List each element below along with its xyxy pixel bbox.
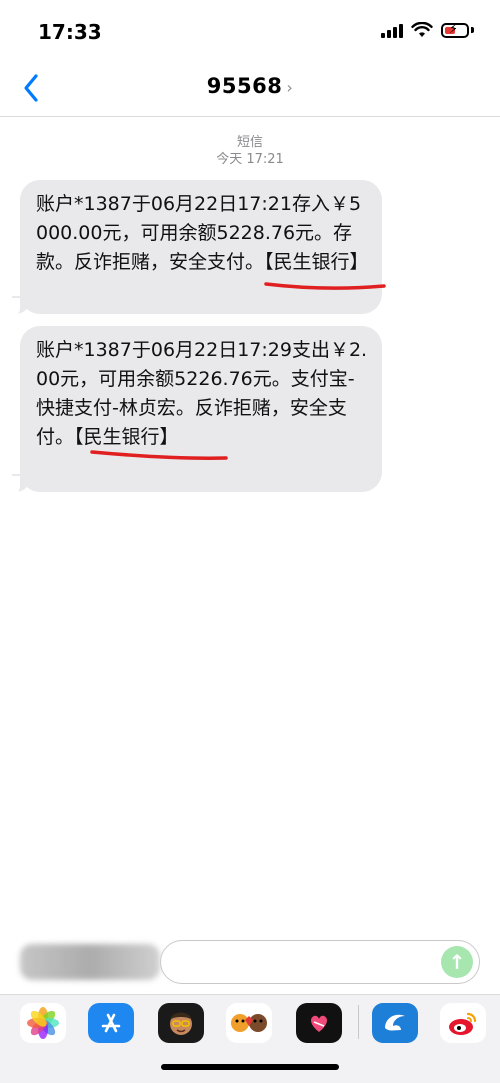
status-time: 17:33 — [38, 20, 102, 44]
app-store-icon[interactable] — [88, 1003, 134, 1043]
battery-icon: ⚡ — [441, 22, 469, 38]
message-text: 账户*1387于06月22日17:29支出￥2.00元，可用余额5226.76元… — [36, 339, 368, 448]
wifi-icon — [411, 22, 433, 37]
contact-title[interactable]: 95568 › — [0, 74, 500, 98]
service-label: 短信 — [236, 135, 263, 150]
signal-icon — [381, 22, 403, 38]
dolphin-app-icon[interactable] — [372, 1003, 418, 1043]
memoji-icon[interactable] — [158, 1003, 204, 1043]
blurred-app-buttons — [20, 944, 160, 980]
status-icons: ⚡ — [381, 22, 474, 38]
chevron-right-icon: › — [286, 78, 294, 97]
message-text: 账户*1387于06月22日17:21存入￥5000.00元，可用余额5228.… — [36, 193, 369, 273]
digital-touch-icon[interactable] — [296, 1003, 342, 1043]
status-bar: 17:33 ⚡ — [0, 0, 500, 60]
conversation-header: 95568 › — [0, 60, 500, 117]
drawer-separator — [358, 1005, 359, 1039]
photos-icon[interactable] — [20, 1003, 66, 1043]
timestamp: 今天 17:21 — [216, 152, 284, 167]
message-bubble[interactable]: 账户*1387于06月22日17:21存入￥5000.00元，可用余额5228.… — [20, 180, 382, 314]
send-arrow-icon[interactable]: ↑ — [441, 946, 473, 978]
contact-number[interactable]: 95568 — [207, 74, 283, 98]
message-bubble[interactable]: 账户*1387于06月22日17:29支出￥2.00元，可用余额5226.76元… — [20, 326, 382, 492]
animoji-icon[interactable] — [226, 1003, 272, 1043]
message-input[interactable]: ↑ — [160, 940, 480, 984]
weibo-icon[interactable] — [440, 1003, 486, 1043]
thread-meta: 短信 今天 17:21 — [0, 134, 500, 168]
home-indicator[interactable] — [161, 1064, 339, 1070]
